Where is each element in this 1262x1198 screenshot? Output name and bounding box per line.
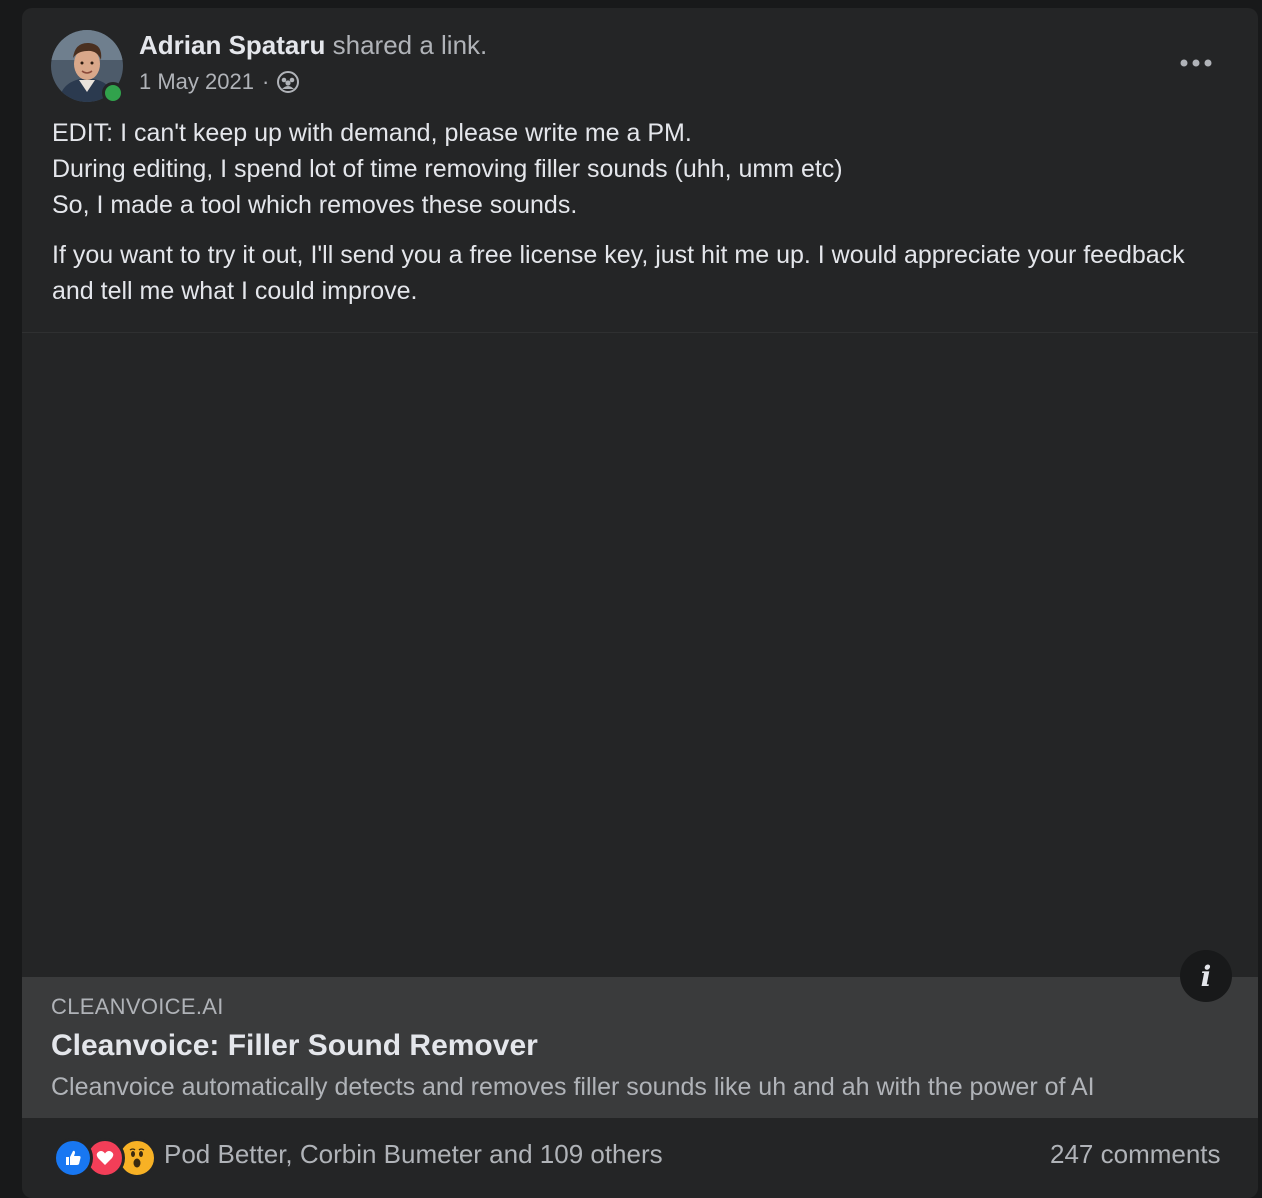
meta-separator: · [261,69,270,94]
author-name[interactable]: Adrian Spataru [139,30,325,60]
info-button[interactable]: i [1180,950,1232,1002]
post-body: EDIT: I can't keep up with demand, pleas… [52,115,1222,309]
online-status-dot [102,82,124,104]
post-text-line: During editing, I spend lot of time remo… [52,155,843,183]
group-icon[interactable] [277,71,300,93]
author-line: Adrian Spataru shared a link. [139,30,487,60]
link-media-area[interactable] [22,333,1258,977]
author-action: shared a link. [332,30,488,60]
comments-count[interactable]: 247 comments [1050,1139,1221,1170]
more-options-button[interactable] [1172,45,1220,81]
more-horizontal-icon [1180,59,1212,67]
link-description: Cleanvoice automatically detects and rem… [51,1073,1095,1101]
post-meta: 1 May 2021 · [139,69,300,95]
like-icon [53,1138,93,1178]
reactors-summary[interactable]: Pod Better, Corbin Bumeter and 109 other… [164,1139,663,1170]
post-text-paragraph: If you want to try it out, I'll send you… [52,241,1185,305]
post-text-line: EDIT: I can't keep up with demand, pleas… [52,119,692,147]
info-icon: i [1200,959,1212,993]
post-date[interactable]: 1 May 2021 [139,69,254,95]
reaction-icons[interactable] [53,1138,157,1178]
link-title[interactable]: Cleanvoice: Filler Sound Remover [51,1029,538,1063]
post-text-line: So, I made a tool which removes these so… [52,191,578,219]
link-domain: CLEANVOICE.AI [51,994,224,1019]
